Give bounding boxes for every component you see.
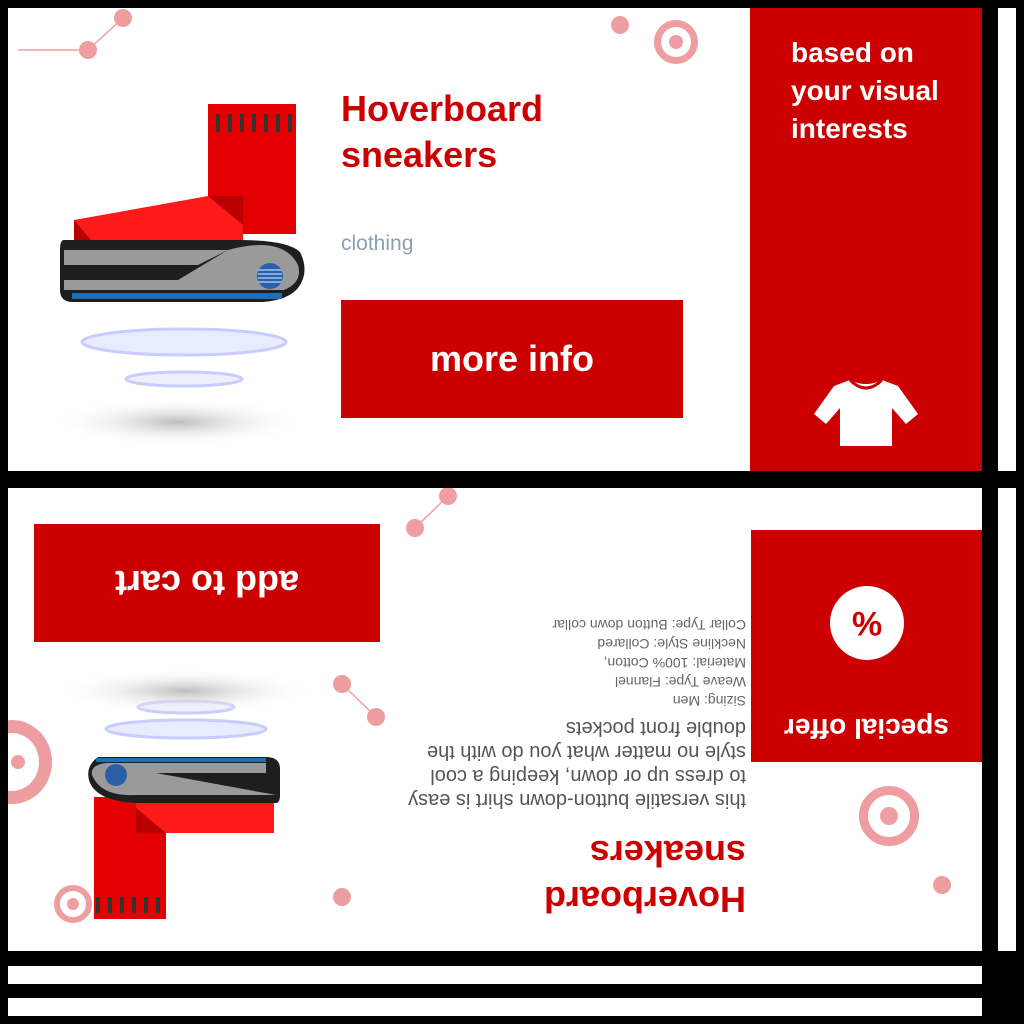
spec-line: Collar Type: Button down collar	[552, 617, 746, 633]
shirt-icon	[814, 378, 918, 446]
top-scrollbar[interactable]	[998, 8, 1016, 471]
sneaker-illustration	[66, 669, 316, 919]
bottom-scrollbar[interactable]	[998, 488, 1016, 951]
sneaker-illustration	[50, 104, 306, 445]
product-title: Hoverboard sneakers	[543, 833, 746, 920]
spec-line: Weave Type: Flannel	[614, 674, 746, 690]
spec-line: Material: 100% Cotton,	[603, 655, 746, 671]
product-card-top: Hoverboard sneakers clothing more info	[8, 8, 750, 471]
sidebar-text: based on your visual interests	[791, 37, 939, 144]
special-offer-panel[interactable]: % special offer	[751, 530, 982, 762]
product-title: Hoverboard sneakers	[341, 88, 544, 175]
footer-bar	[8, 966, 982, 984]
recommendation-sidebar: based on your visual interests	[750, 8, 982, 471]
spec-line: Sizing: Men	[672, 693, 746, 709]
add-to-cart-button[interactable]: add to cart	[34, 524, 380, 642]
decor-target	[654, 20, 698, 64]
product-category[interactable]: clothing	[341, 232, 413, 256]
decor-target	[859, 786, 919, 846]
product-card-bottom: add to cart Hoverboard sneakers this ver…	[8, 488, 982, 951]
footer-bar	[8, 998, 982, 1016]
percent-symbol: %	[851, 604, 883, 643]
special-offer-label: special offer	[784, 713, 949, 744]
product-description: this versatile button-down shirt is easy…	[408, 717, 746, 811]
more-info-button[interactable]: more info	[341, 300, 683, 418]
spec-line: Neckline Style: Collared	[597, 636, 746, 652]
percent-icon: %	[830, 586, 904, 660]
product-details: Hoverboard sneakers this versatile butto…	[406, 522, 746, 922]
product-specs: Sizing: Men Weave Type: Flannel Material…	[406, 615, 746, 710]
